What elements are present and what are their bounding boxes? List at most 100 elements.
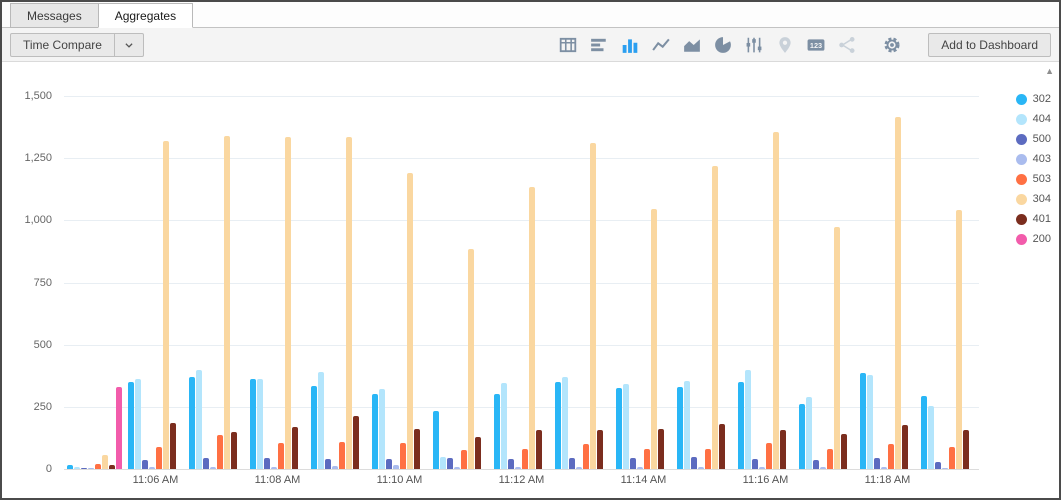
legend-item[interactable]: 401	[1016, 213, 1051, 225]
bar-503[interactable]	[827, 449, 833, 469]
bar-302[interactable]	[250, 379, 256, 469]
time-compare-dropdown-button[interactable]	[115, 33, 144, 57]
time-compare-button[interactable]: Time Compare	[10, 33, 115, 57]
bar-403[interactable]	[759, 467, 765, 469]
bar-401[interactable]	[780, 430, 786, 469]
bar-500[interactable]	[508, 459, 514, 469]
bar-302[interactable]	[311, 386, 317, 469]
bar-304[interactable]	[102, 455, 108, 469]
legend-item[interactable]: 403	[1016, 153, 1051, 165]
table-icon[interactable]	[559, 36, 577, 54]
bar-304[interactable]	[468, 249, 474, 469]
bar-302[interactable]	[372, 394, 378, 469]
bar-403[interactable]	[576, 467, 582, 469]
bar-500[interactable]	[691, 457, 697, 469]
bar-401[interactable]	[353, 416, 359, 469]
bar-404[interactable]	[440, 457, 446, 469]
bar-403[interactable]	[210, 467, 216, 469]
bar-chart-icon[interactable]	[621, 36, 639, 54]
line-chart-icon[interactable]	[652, 36, 670, 54]
scroll-up-arrow[interactable]: ▲	[1045, 67, 1054, 76]
bar-403[interactable]	[820, 467, 826, 469]
bar-403[interactable]	[454, 467, 460, 469]
bar-401[interactable]	[963, 430, 969, 469]
bar-304[interactable]	[651, 209, 657, 469]
bar-500[interactable]	[386, 459, 392, 469]
bar-404[interactable]	[562, 377, 568, 469]
bar-403[interactable]	[393, 465, 399, 469]
bar-304[interactable]	[163, 141, 169, 469]
bar-404[interactable]	[74, 467, 80, 469]
bar-401[interactable]	[109, 465, 115, 469]
bar-302[interactable]	[860, 373, 866, 469]
bar-401[interactable]	[475, 437, 481, 469]
bar-404[interactable]	[806, 397, 812, 469]
bar-404[interactable]	[745, 370, 751, 469]
bar-302[interactable]	[433, 411, 439, 469]
bar-500[interactable]	[569, 458, 575, 469]
bar-302[interactable]	[67, 465, 73, 469]
pie-chart-icon[interactable]	[714, 36, 732, 54]
bar-404[interactable]	[684, 381, 690, 469]
bar-302[interactable]	[616, 388, 622, 469]
bar-403[interactable]	[149, 467, 155, 469]
sliders-icon[interactable]	[745, 36, 763, 54]
bar-304[interactable]	[712, 166, 718, 469]
bar-304[interactable]	[346, 137, 352, 469]
bar-403[interactable]	[88, 468, 94, 469]
legend-item[interactable]: 302	[1016, 93, 1051, 105]
bar-500[interactable]	[203, 458, 209, 469]
bar-403[interactable]	[515, 467, 521, 469]
bar-503[interactable]	[95, 464, 101, 469]
bar-404[interactable]	[379, 389, 385, 469]
bar-401[interactable]	[841, 434, 847, 469]
bar-304[interactable]	[773, 132, 779, 469]
bar-404[interactable]	[623, 384, 629, 469]
bar-304[interactable]	[895, 117, 901, 469]
bar-500[interactable]	[874, 458, 880, 469]
bar-401[interactable]	[292, 427, 298, 469]
add-to-dashboard-button[interactable]: Add to Dashboard	[928, 33, 1051, 57]
bar-403[interactable]	[698, 467, 704, 469]
bar-304[interactable]	[956, 210, 962, 469]
legend-item[interactable]: 500	[1016, 133, 1051, 145]
legend-item[interactable]: 404	[1016, 113, 1051, 125]
bar-302[interactable]	[494, 394, 500, 469]
bar-503[interactable]	[156, 447, 162, 469]
bar-404[interactable]	[867, 375, 873, 469]
legend-item[interactable]: 200	[1016, 233, 1051, 245]
area-chart-icon[interactable]	[683, 36, 701, 54]
bar-404[interactable]	[196, 370, 202, 469]
bar-401[interactable]	[414, 429, 420, 469]
bar-401[interactable]	[597, 430, 603, 469]
bar-500[interactable]	[630, 458, 636, 469]
bar-503[interactable]	[400, 443, 406, 469]
bar-401[interactable]	[231, 432, 237, 469]
bar-403[interactable]	[942, 468, 948, 469]
bar-503[interactable]	[522, 449, 528, 469]
bar-200[interactable]	[116, 387, 122, 469]
bar-503[interactable]	[888, 444, 894, 469]
bar-503[interactable]	[461, 450, 467, 469]
bar-503[interactable]	[644, 449, 650, 469]
tab-messages[interactable]: Messages	[10, 3, 99, 28]
bar-403[interactable]	[332, 466, 338, 469]
bar-403[interactable]	[271, 467, 277, 469]
bar-304[interactable]	[224, 136, 230, 469]
bar-304[interactable]	[529, 187, 535, 469]
bar-302[interactable]	[799, 404, 805, 469]
bar-503[interactable]	[217, 435, 223, 469]
bar-302[interactable]	[128, 382, 134, 469]
gear-icon[interactable]	[883, 36, 901, 54]
bar-404[interactable]	[928, 406, 934, 469]
bar-401[interactable]	[658, 429, 664, 469]
bar-403[interactable]	[881, 467, 887, 469]
bar-500[interactable]	[81, 468, 87, 469]
bar-304[interactable]	[285, 137, 291, 469]
bar-503[interactable]	[339, 442, 345, 469]
legend-item[interactable]: 304	[1016, 193, 1051, 205]
bar-rows-icon[interactable]	[590, 36, 608, 54]
bar-500[interactable]	[142, 460, 148, 469]
bar-401[interactable]	[536, 430, 542, 469]
bar-500[interactable]	[813, 460, 819, 469]
